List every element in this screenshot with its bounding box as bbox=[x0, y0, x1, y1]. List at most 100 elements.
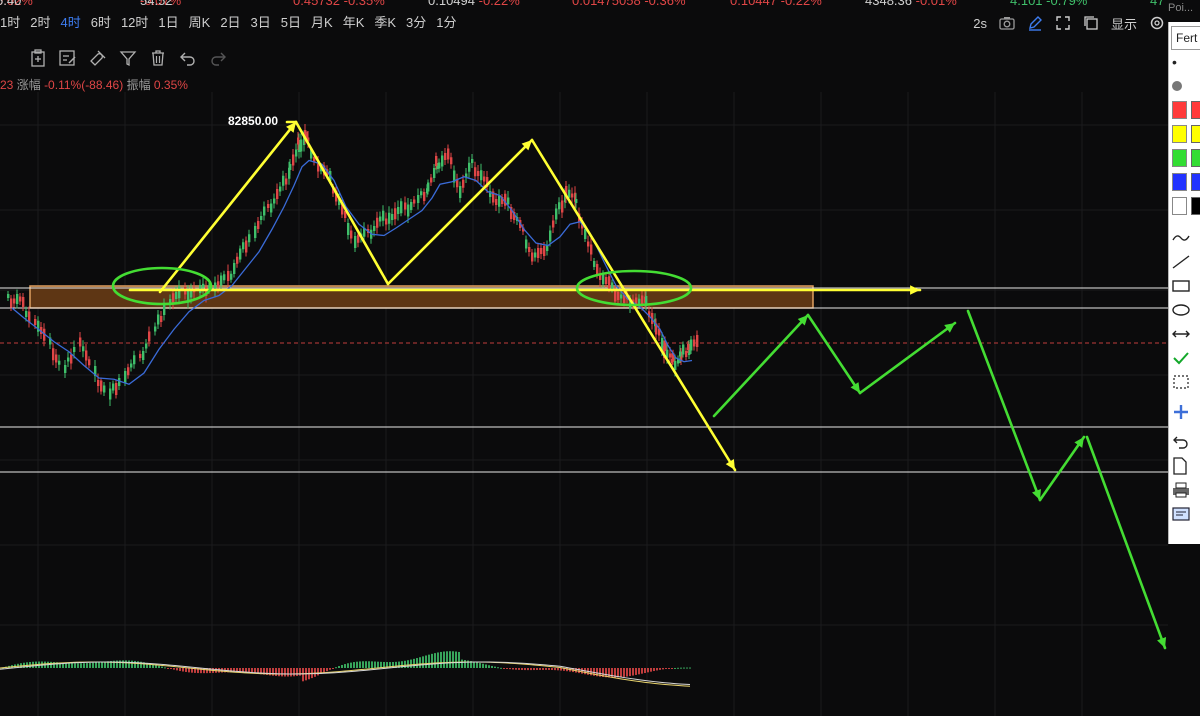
candle-body bbox=[85, 350, 88, 361]
add-tool-icon[interactable] bbox=[1169, 400, 1200, 424]
candle-body bbox=[245, 240, 248, 253]
color-swatch-row[interactable] bbox=[1169, 170, 1200, 194]
candle-body bbox=[671, 359, 674, 363]
candle-body bbox=[459, 186, 462, 198]
macd-histogram-bar bbox=[512, 668, 514, 670]
macd-histogram-bar bbox=[485, 664, 487, 668]
candle-body bbox=[420, 191, 423, 196]
macd-histogram-bar bbox=[413, 658, 415, 668]
candle-body bbox=[233, 263, 236, 274]
candle-body bbox=[88, 359, 91, 366]
macd-histogram-bar bbox=[425, 655, 427, 668]
macd-histogram-bar bbox=[371, 661, 373, 668]
candle-body bbox=[495, 199, 498, 205]
candle-body bbox=[154, 326, 157, 332]
candle-body bbox=[617, 292, 620, 300]
candle-body bbox=[669, 353, 672, 358]
candle-body bbox=[217, 281, 220, 287]
candle-body bbox=[248, 234, 251, 243]
line-tool-icon[interactable] bbox=[1169, 250, 1200, 274]
macd-histogram-bar bbox=[518, 668, 520, 670]
macd-histogram-bar bbox=[80, 663, 82, 668]
macd-histogram-bar bbox=[296, 668, 298, 677]
candle-body bbox=[430, 177, 433, 183]
candle-body bbox=[480, 170, 483, 181]
candle-body bbox=[13, 298, 16, 304]
macd-histogram-bar bbox=[638, 668, 640, 675]
macd-histogram-bar bbox=[527, 668, 529, 671]
macd-histogram-bar bbox=[167, 668, 169, 669]
macd-histogram-bar bbox=[464, 659, 466, 668]
candle-body bbox=[34, 319, 37, 325]
ellipse-tool-icon[interactable] bbox=[1169, 298, 1200, 322]
candle-body bbox=[103, 385, 106, 393]
macd-histogram-bar bbox=[359, 661, 361, 668]
macd-histogram-bar bbox=[524, 668, 526, 671]
check-tool-icon[interactable] bbox=[1169, 346, 1200, 370]
macd-histogram-bar bbox=[449, 651, 451, 668]
macd-histogram-bar bbox=[659, 668, 661, 670]
color-swatch-row[interactable] bbox=[1169, 194, 1200, 218]
candle-body bbox=[130, 363, 133, 368]
dot-size-large[interactable] bbox=[1169, 74, 1200, 98]
candle-body bbox=[139, 354, 142, 358]
candle-body bbox=[73, 347, 76, 352]
macd-histogram-bar bbox=[332, 668, 334, 669]
select-area-icon[interactable] bbox=[1169, 370, 1200, 394]
print-icon[interactable] bbox=[1169, 478, 1200, 502]
arrow-tool-icon[interactable] bbox=[1169, 322, 1200, 346]
macd-histogram-bar bbox=[632, 668, 634, 676]
candle-body bbox=[423, 192, 426, 201]
candle-body bbox=[279, 186, 282, 192]
candle-body bbox=[450, 157, 453, 165]
price-chart[interactable] bbox=[0, 0, 1200, 716]
macd-histogram-bar bbox=[479, 663, 481, 668]
candle-body bbox=[178, 286, 181, 299]
candle-body bbox=[227, 271, 230, 281]
candle-body bbox=[540, 248, 543, 254]
macd-histogram-bar bbox=[173, 668, 175, 670]
color-swatch-row[interactable] bbox=[1169, 98, 1200, 122]
macd-histogram-bar bbox=[326, 668, 328, 672]
candle-body bbox=[100, 380, 103, 392]
candle-body bbox=[587, 241, 590, 247]
macd-histogram-bar bbox=[446, 651, 448, 668]
candle-body bbox=[441, 155, 444, 167]
macd-histogram-bar bbox=[182, 668, 184, 672]
trend-line bbox=[806, 313, 862, 395]
macd-histogram-bar bbox=[578, 668, 580, 674]
macd-histogram-bar bbox=[440, 651, 442, 668]
candle-body bbox=[357, 234, 360, 243]
macd-histogram-bar bbox=[521, 668, 523, 671]
candle-body bbox=[507, 197, 510, 205]
macd-histogram-bar bbox=[314, 668, 316, 677]
screenshot-icon[interactable] bbox=[1169, 502, 1200, 526]
candle-body bbox=[605, 277, 608, 284]
candle-body bbox=[685, 351, 688, 357]
macd-histogram-bar bbox=[350, 662, 352, 668]
macd-histogram-bar bbox=[131, 660, 133, 668]
rotate-undo-icon[interactable] bbox=[1169, 430, 1200, 454]
macd-histogram-bar bbox=[668, 668, 670, 669]
curve-tool-icon[interactable] bbox=[1169, 226, 1200, 250]
document-icon[interactable] bbox=[1169, 454, 1200, 478]
macd-histogram-bar bbox=[377, 661, 379, 668]
macd-histogram-bar bbox=[647, 668, 649, 673]
candle-body bbox=[124, 371, 127, 383]
macd-histogram-bar bbox=[437, 652, 439, 668]
rectangle-tool-icon[interactable] bbox=[1169, 274, 1200, 298]
macd-histogram-bar bbox=[623, 668, 625, 677]
color-swatch-row[interactable] bbox=[1169, 146, 1200, 170]
macd-histogram-bar bbox=[542, 668, 544, 670]
macd-histogram-bar bbox=[608, 668, 610, 678]
font-search-field[interactable]: Fert bbox=[1171, 26, 1200, 50]
macd-histogram-bar bbox=[299, 668, 301, 676]
candle-body bbox=[254, 226, 257, 238]
candle-body bbox=[292, 154, 295, 166]
macd-histogram-bar bbox=[458, 651, 460, 668]
dot-size-small[interactable]: • bbox=[1169, 50, 1200, 74]
candle-body bbox=[376, 217, 379, 228]
color-swatch-row[interactable] bbox=[1169, 122, 1200, 146]
candle-body bbox=[16, 294, 19, 304]
macd-histogram-bar bbox=[290, 668, 292, 677]
